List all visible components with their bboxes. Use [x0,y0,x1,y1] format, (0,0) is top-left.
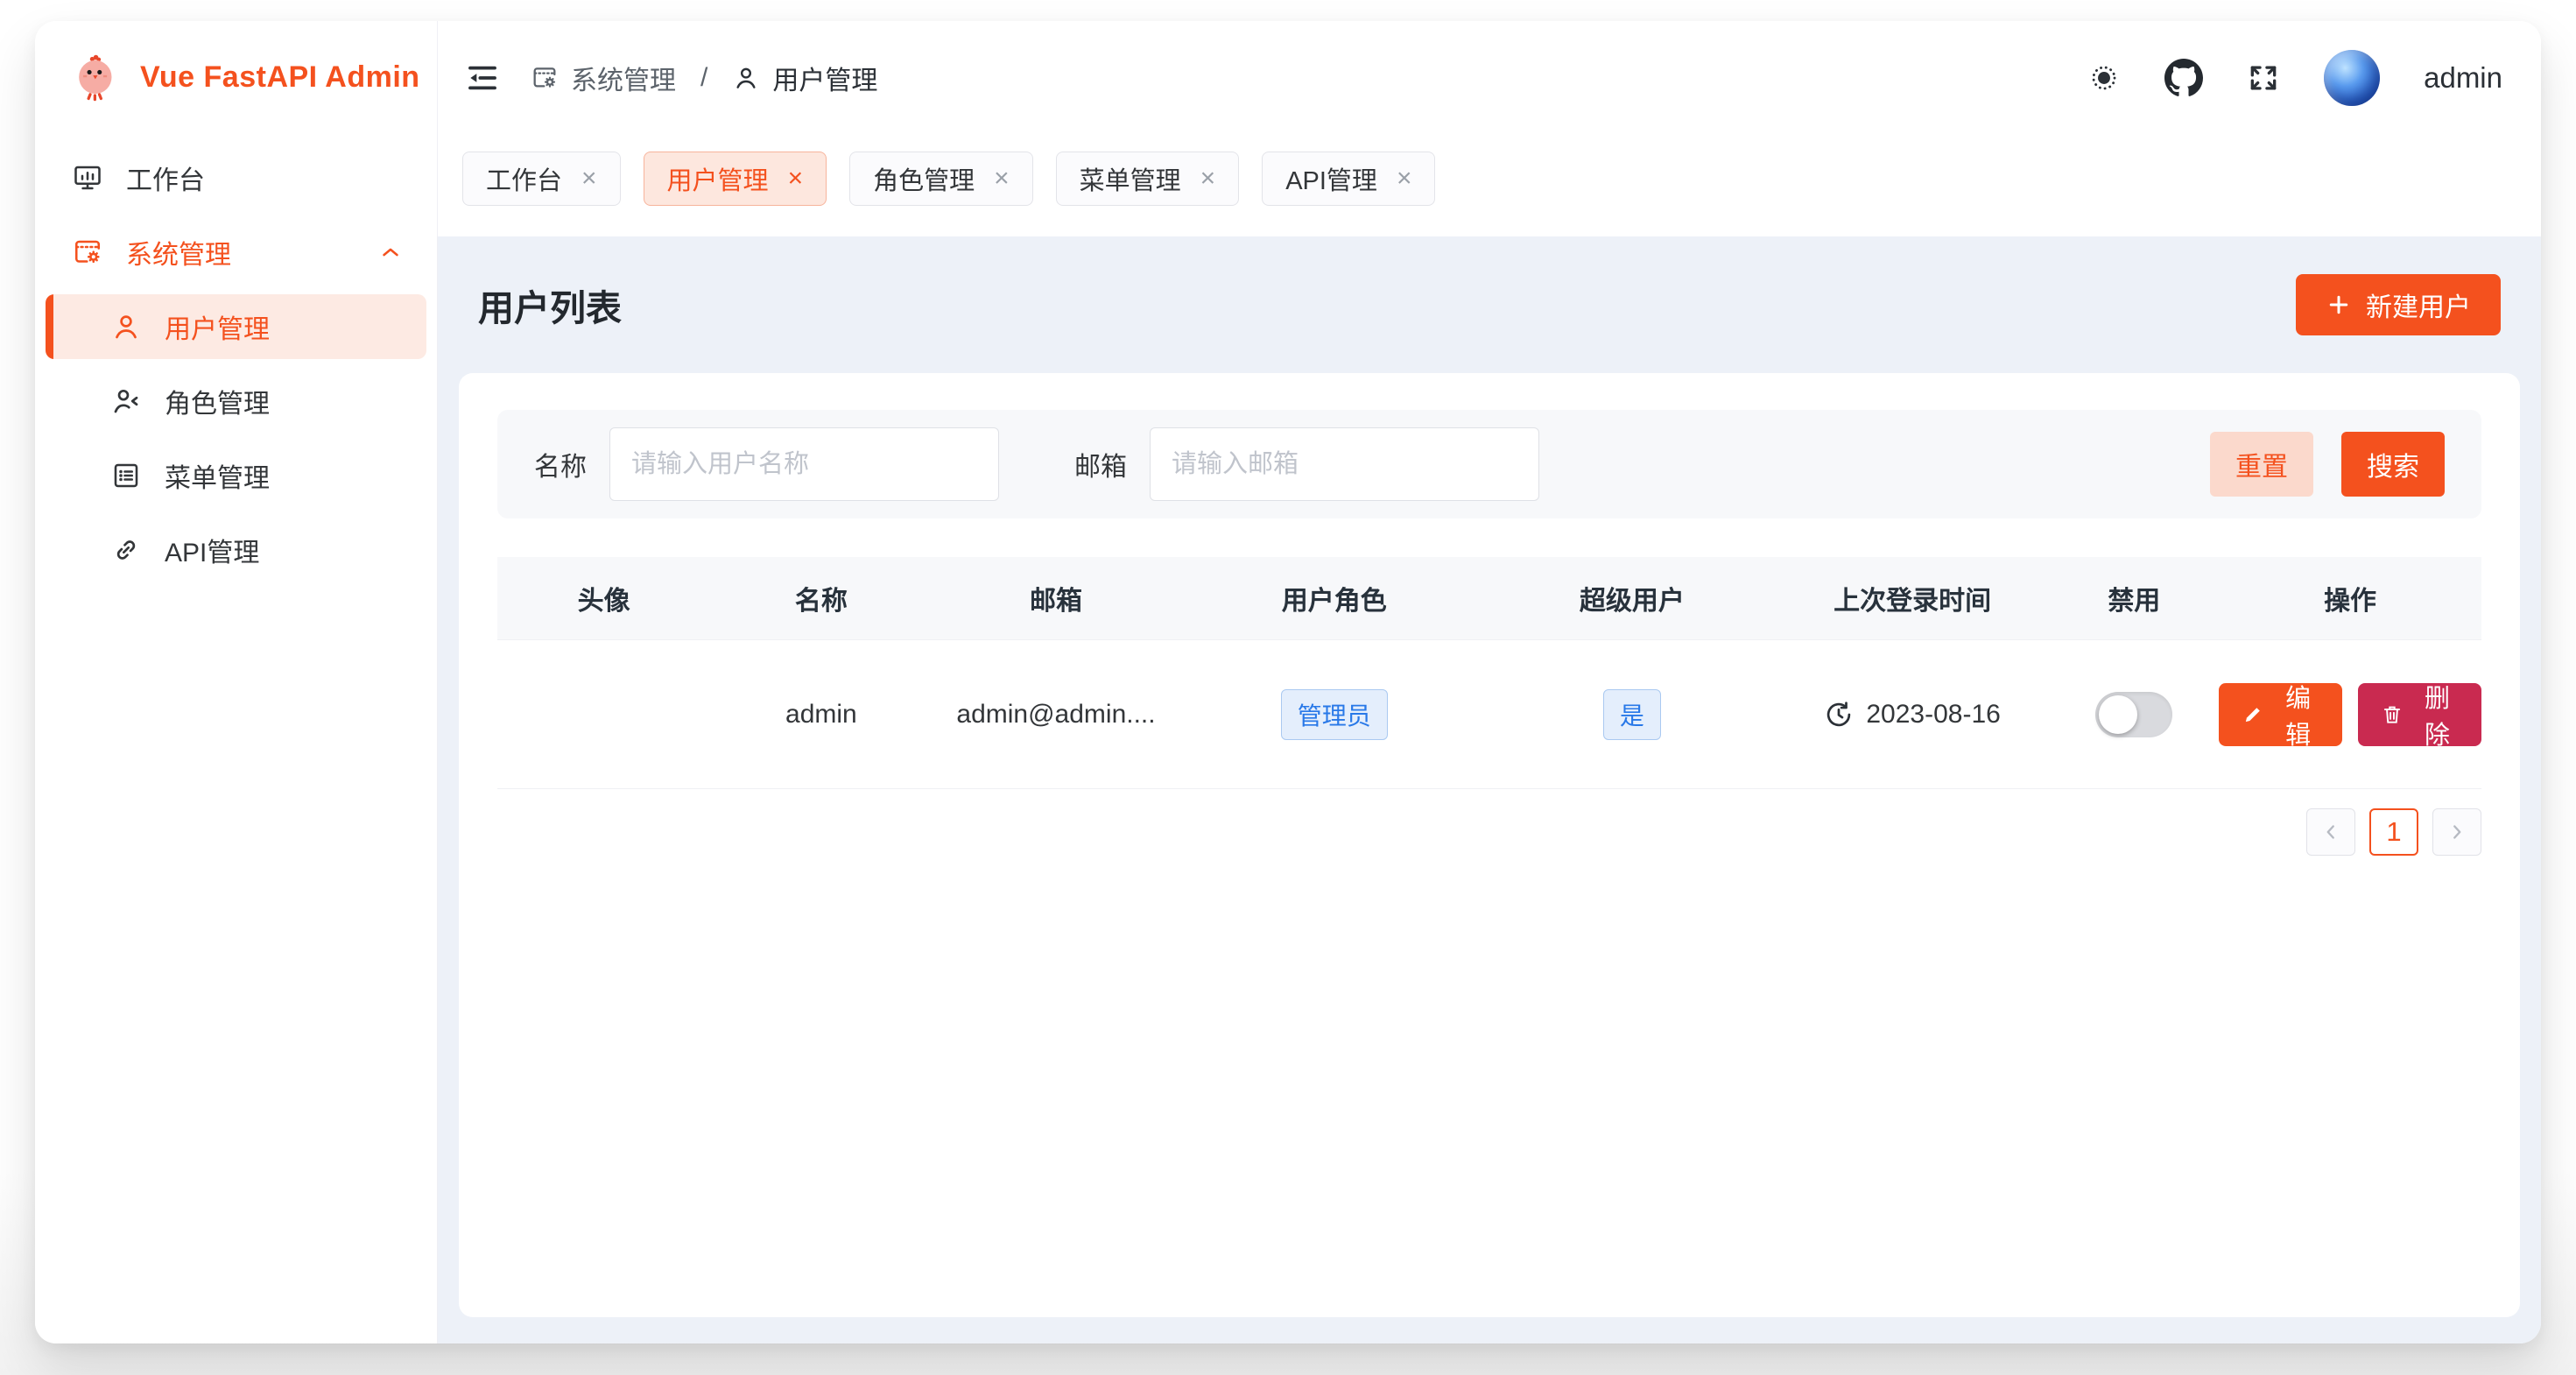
sidebar-item-label: 系统管理 [126,233,231,271]
search-button[interactable]: 搜索 [2341,432,2445,497]
menu-list-icon [110,460,142,491]
user-icon [110,311,142,342]
tab-roles[interactable]: 角色管理 × [849,152,1033,206]
last-login-value: 2023-08-16 [1866,700,2000,730]
page-number-1[interactable]: 1 [2369,808,2418,856]
clock-history-icon [1824,700,1854,730]
menu-fold-icon[interactable] [464,60,501,96]
breadcrumb: 系统管理 / 用户管理 [531,59,877,97]
edit-button[interactable]: 编辑 [2219,683,2342,746]
table-row: admin admin@admin.... 管理员 是 [497,640,2481,789]
header: 系统管理 / 用户管理 [438,21,2541,236]
column-header-email: 邮箱 [933,579,1180,617]
disabled-toggle[interactable] [2095,692,2172,737]
plus-icon [2326,292,2352,318]
delete-button[interactable]: 删除 [2358,683,2481,746]
app-title: Vue FastAPI Admin [140,60,420,95]
role-person-icon [110,385,142,417]
role-tag: 管理员 [1281,689,1388,740]
github-icon[interactable] [2164,59,2203,97]
close-icon[interactable]: × [994,166,1010,192]
close-icon[interactable]: × [581,166,597,192]
tab-bar: 工作台 × 用户管理 × 角色管理 × 菜单管理 × API管理 × [438,135,2541,236]
pagination: 1 [497,808,2481,856]
sidebar-item-label: API管理 [165,531,259,569]
name-cell: admin [710,700,932,730]
tab-api[interactable]: API管理 × [1262,152,1435,206]
email-cell: admin@admin.... [933,700,1180,730]
email-filter-label: 邮箱 [1074,445,1127,483]
main-area: 系统管理 / 用户管理 [438,21,2541,1343]
sidebar-item-workbench[interactable]: 工作台 [46,145,426,210]
column-header-role: 用户角色 [1180,579,1489,617]
breadcrumb-separator: / [695,63,713,93]
sidebar-menu: 工作台 系统管理 [35,133,437,582]
breadcrumb-item-users[interactable]: 用户管理 [732,59,877,97]
pencil-icon [2242,703,2264,726]
chick-logo-icon [72,53,121,102]
sidebar-item-label: 用户管理 [165,307,270,346]
column-header-avatar: 头像 [497,579,710,617]
prev-page-button[interactable] [2306,808,2355,856]
tab-users[interactable]: 用户管理 × [644,152,827,206]
page-title: 用户列表 [478,279,622,331]
logo[interactable]: Vue FastAPI Admin [35,21,437,133]
user-list-card: 名称 邮箱 重置 搜索 头像 名称 邮箱 用户角色 超级用户 [459,373,2520,1317]
sidebar-item-label: 角色管理 [165,382,270,420]
create-user-button[interactable]: 新建用户 [2296,274,2501,335]
fullscreen-icon[interactable] [2247,61,2280,95]
next-page-button[interactable] [2432,808,2481,856]
sidebar-item-roles[interactable]: 角色管理 [46,369,426,434]
user-avatar[interactable] [2324,50,2380,106]
reset-button[interactable]: 重置 [2210,432,2313,497]
column-header-last-login: 上次登录时间 [1776,579,2050,617]
app-window: Vue FastAPI Admin 工作台 [35,21,2541,1343]
workbench-monitor-icon [72,162,103,194]
content-area: 用户列表 新建用户 名称 邮箱 重置 [438,236,2541,1343]
tab-menus[interactable]: 菜单管理 × [1056,152,1240,206]
sidebar-item-menus[interactable]: 菜单管理 [46,443,426,508]
system-window-gear-icon [72,236,103,268]
close-icon[interactable]: × [1200,166,1216,192]
sun-icon[interactable] [2087,61,2121,95]
sidebar: Vue FastAPI Admin 工作台 [35,21,438,1343]
column-header-actions: 操作 [2219,579,2481,617]
sidebar-item-label: 菜单管理 [165,456,270,495]
api-link-icon [110,534,142,566]
name-filter-label: 名称 [534,445,587,483]
username[interactable]: admin [2424,61,2502,95]
column-header-superuser: 超级用户 [1489,579,1776,617]
email-filter-input[interactable] [1150,427,1539,501]
name-filter-input[interactable] [609,427,999,501]
close-icon[interactable]: × [788,166,804,192]
breadcrumb-item-system[interactable]: 系统管理 [531,59,676,97]
sidebar-item-users[interactable]: 用户管理 [46,294,426,359]
filter-bar: 名称 邮箱 重置 搜索 [497,410,2481,518]
trash-icon [2381,703,2404,726]
sidebar-item-system[interactable]: 系统管理 [46,220,426,285]
column-header-disabled: 禁用 [2050,579,2220,617]
chevron-up-icon [377,239,404,265]
table-header-row: 头像 名称 邮箱 用户角色 超级用户 上次登录时间 禁用 操作 [497,557,2481,640]
sidebar-item-label: 工作台 [126,159,205,197]
close-icon[interactable]: × [1397,166,1412,192]
superuser-tag: 是 [1603,689,1661,740]
column-header-name: 名称 [710,579,932,617]
tab-workbench[interactable]: 工作台 × [462,152,621,206]
sidebar-item-api[interactable]: API管理 [46,518,426,582]
users-table: 头像 名称 邮箱 用户角色 超级用户 上次登录时间 禁用 操作 admin ad… [497,557,2481,789]
